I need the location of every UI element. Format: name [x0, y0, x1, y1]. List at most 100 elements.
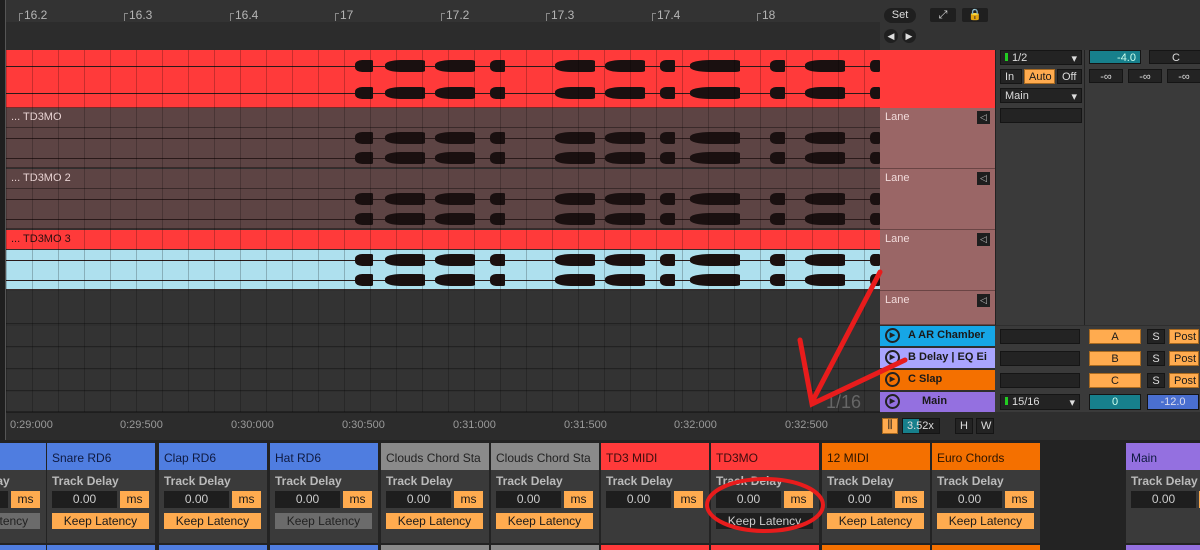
track-delay-value[interactable]: 0.00 — [164, 491, 229, 508]
beat-ruler[interactable]: 16.2 16.3 16.4 17 17.2 17.3 17.4 18 — [6, 0, 880, 50]
time-ruler[interactable]: 0:29:000 0:29:500 0:30:000 0:30:500 0:31… — [6, 412, 880, 440]
track-title[interactable]: 12 MIDI — [822, 443, 930, 470]
send-b-field[interactable]: -∞ — [1128, 69, 1162, 83]
delay-unit-toggle[interactable]: ms — [120, 491, 149, 508]
delay-unit-toggle[interactable]: ms — [1005, 491, 1034, 508]
zoom-value[interactable]: 3.52x — [902, 418, 940, 434]
arrow-right-icon[interactable]: ▶ — [902, 29, 916, 43]
solo-button[interactable]: S — [1147, 351, 1165, 366]
track-title[interactable]: Euro Chords — [932, 443, 1040, 470]
solo-button[interactable]: S — [1147, 373, 1165, 388]
return-track-c[interactable]: ▶ C Slap — [880, 370, 995, 390]
keep-latency-button[interactable]: Keep Latency — [386, 513, 483, 529]
track-delay-value[interactable]: 0.00 — [1131, 491, 1196, 508]
track-title[interactable]: Main — [1126, 443, 1200, 470]
take-lane-header[interactable]: Lane ◁ — [880, 230, 995, 291]
track-title[interactable]: TD3 MIDI — [601, 443, 709, 470]
speaker-icon[interactable]: ◁ — [977, 294, 990, 307]
track-delay-value[interactable]: 0.00 — [827, 491, 892, 508]
play-icon[interactable]: ▶ — [885, 394, 900, 409]
expand-icon[interactable]: ⤢ — [930, 8, 956, 22]
return-c-io[interactable] — [1000, 373, 1080, 388]
track-delay-value[interactable]: 0.00 — [716, 491, 781, 508]
take-lane-selected[interactable]: ... TD3MO 3 — [6, 230, 880, 290]
keep-latency-button[interactable]: Keep Latency — [716, 513, 813, 529]
track-title[interactable]: Snare RD6 — [47, 443, 155, 470]
take-lane-clip[interactable] — [6, 128, 880, 167]
main-track-clip[interactable] — [6, 50, 880, 108]
monitor-auto-button[interactable]: Auto — [1024, 69, 1055, 84]
waveform-zoom-icon[interactable]: ⫼ — [882, 418, 898, 434]
keep-latency-button[interactable]: Keep Latency — [164, 513, 261, 529]
send-c-toggle[interactable]: C — [1089, 373, 1141, 388]
speaker-icon[interactable]: ◁ — [977, 172, 990, 185]
volume-field[interactable]: -4.0 — [1089, 50, 1141, 64]
monitor-in-button[interactable]: In — [1000, 69, 1022, 84]
track-delay-value[interactable]: 0.00 — [275, 491, 340, 508]
track-title[interactable] — [0, 443, 46, 470]
keep-latency-button[interactable]: Keep Latency — [937, 513, 1034, 529]
empty-take-lane[interactable] — [6, 291, 880, 324]
return-track-a[interactable]: ▶ A AR Chamber — [880, 326, 995, 346]
main-lane[interactable] — [6, 392, 880, 412]
delay-unit-toggle[interactable]: ms — [674, 491, 703, 508]
send-a-toggle[interactable]: A — [1089, 329, 1141, 344]
keep-latency-button[interactable]: Keep Latency — [827, 513, 924, 529]
ruler-scrub-area[interactable] — [6, 22, 880, 50]
return-lane-c[interactable] — [6, 370, 880, 391]
keep-latency-button[interactable]: Keep Latency — [52, 513, 149, 529]
return-a-io[interactable] — [1000, 329, 1080, 344]
height-toggle-button[interactable]: H — [955, 418, 973, 434]
take-lane[interactable]: ... TD3MO — [6, 108, 880, 168]
play-icon[interactable]: ▶ — [885, 350, 900, 365]
keep-latency-button[interactable]: Keep Latency — [496, 513, 593, 529]
lock-icon[interactable]: 🔒 — [962, 8, 988, 22]
take-lane-header[interactable]: Lane ◁ — [880, 108, 995, 169]
send-b-toggle[interactable]: B — [1089, 351, 1141, 366]
output-sub-select[interactable] — [1000, 108, 1082, 123]
main-output-select[interactable]: 15/16 ▾ — [1000, 394, 1080, 410]
pan-field[interactable]: C — [1149, 50, 1200, 64]
pre-post-toggle[interactable]: Post — [1169, 351, 1199, 366]
set-button[interactable]: Set — [884, 8, 916, 23]
delay-unit-toggle[interactable]: ms — [454, 491, 483, 508]
return-lane-a[interactable] — [6, 326, 880, 347]
return-track-b[interactable]: ▶ B Delay | EQ Ei — [880, 348, 995, 368]
delay-unit-toggle[interactable]: ms — [343, 491, 372, 508]
track-title[interactable]: Clouds Chord Sta — [491, 443, 599, 470]
speaker-icon[interactable]: ◁ — [977, 111, 990, 124]
input-channel-select[interactable]: 1/2 ▾ — [1000, 50, 1082, 65]
track-header-td3mo[interactable] — [880, 50, 995, 108]
track-delay-value[interactable]: 0.00 — [496, 491, 561, 508]
pre-post-toggle[interactable]: Post — [1169, 373, 1199, 388]
track-delay-value[interactable]: 0.00 — [0, 491, 8, 508]
take-lane-header[interactable]: Lane ◁ — [880, 291, 995, 325]
pre-post-toggle[interactable]: Post — [1169, 329, 1199, 344]
return-lane-b[interactable] — [6, 348, 880, 369]
monitor-off-button[interactable]: Off — [1057, 69, 1082, 84]
solo-button[interactable]: S — [1147, 329, 1165, 344]
track-delay-value[interactable]: 0.00 — [52, 491, 117, 508]
track-title[interactable]: Clouds Chord Sta — [381, 443, 489, 470]
take-lane-header[interactable]: Lane ◁ — [880, 169, 995, 230]
track-delay-value[interactable]: 0.00 — [606, 491, 671, 508]
delay-unit-toggle[interactable]: ms — [232, 491, 261, 508]
main-pan-field[interactable]: -12.0 — [1147, 394, 1199, 410]
track-title[interactable]: TD3MO — [711, 443, 819, 470]
speaker-icon[interactable]: ◁ — [977, 233, 990, 246]
delay-unit-toggle[interactable]: ms — [895, 491, 924, 508]
send-a-field[interactable]: -∞ — [1089, 69, 1123, 83]
track-title[interactable]: Hat RD6 — [270, 443, 378, 470]
main-volume-field[interactable]: 0 — [1089, 394, 1141, 410]
arrow-left-icon[interactable]: ◀ — [884, 29, 898, 43]
take-lane-clip[interactable] — [6, 250, 880, 289]
return-b-io[interactable] — [1000, 351, 1080, 366]
main-track-header[interactable]: ▶ Main — [880, 392, 995, 412]
track-delay-value[interactable]: 0.00 — [937, 491, 1002, 508]
track-delay-value[interactable]: 0.00 — [386, 491, 451, 508]
track-title[interactable]: Clap RD6 — [159, 443, 267, 470]
keep-latency-button[interactable]: Keep Latency — [0, 513, 40, 529]
take-lane[interactable]: ... TD3MO 2 — [6, 169, 880, 229]
keep-latency-button[interactable]: Keep Latency — [275, 513, 372, 529]
width-toggle-button[interactable]: W — [976, 418, 994, 434]
